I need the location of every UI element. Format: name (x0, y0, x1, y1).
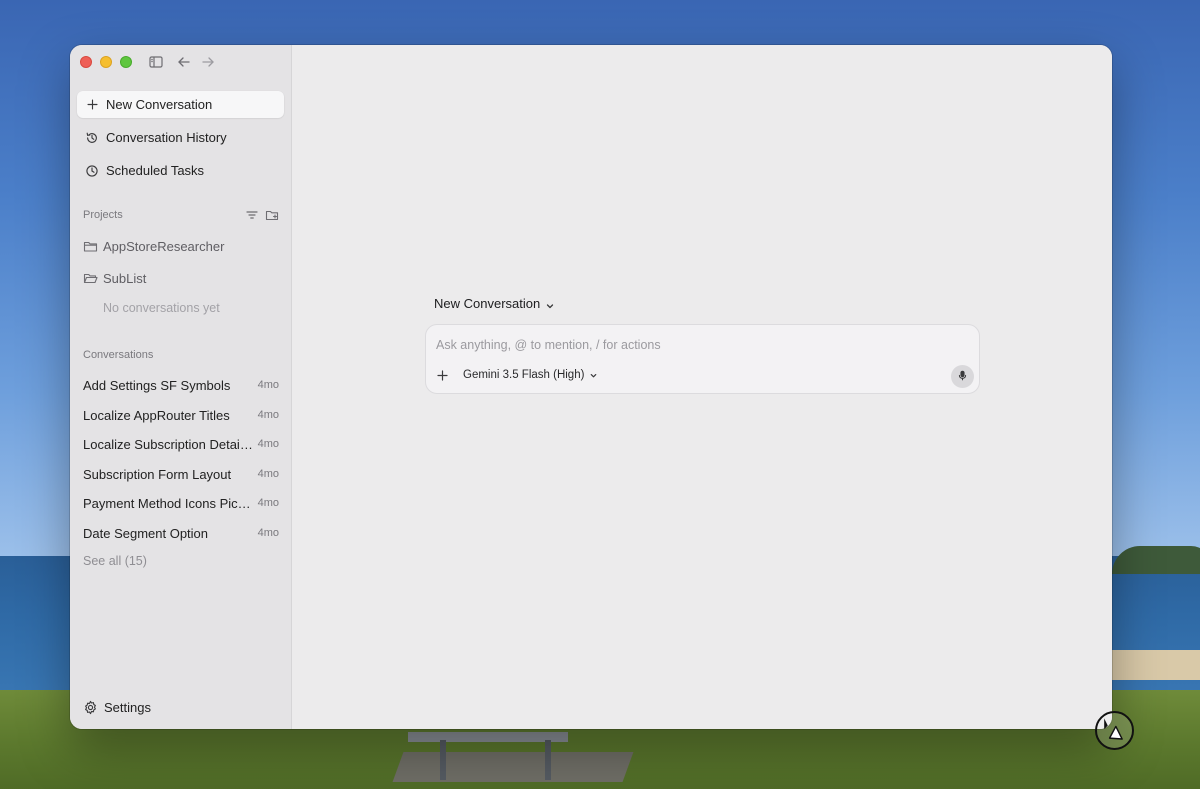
history-icon (84, 130, 100, 146)
zoom-window-button[interactable] (120, 56, 132, 68)
back-arrow-icon[interactable] (176, 54, 192, 70)
conversation-title: Add Settings SF Symbols (83, 377, 231, 393)
close-window-button[interactable] (80, 56, 92, 68)
message-input[interactable] (436, 336, 956, 354)
folder-open-icon (83, 271, 98, 286)
plus-icon (84, 97, 100, 113)
conversation-title: Localize AppRouter Titles (83, 407, 230, 423)
mouse-cursor (1095, 711, 1134, 750)
conversation-time: 4mo (257, 527, 279, 539)
clock-icon (84, 163, 100, 179)
conversation-row[interactable]: Subscription Form Layout 4mo (83, 465, 279, 483)
conversation-selector[interactable]: New Conversation (434, 296, 555, 311)
chevron-down-icon (545, 299, 555, 309)
forward-arrow-icon[interactable] (200, 54, 216, 70)
conversation-title: Date Segment Option (83, 525, 209, 541)
gear-icon (83, 700, 98, 715)
conversation-title: Localize Subscription Detail ... (83, 436, 253, 452)
conversation-history-button[interactable]: Conversation History (77, 124, 284, 151)
conversation-time: 4mo (257, 438, 279, 450)
conversations-section-label: Conversations (83, 349, 154, 361)
conversation-row[interactable]: Add Settings SF Symbols 4mo (83, 376, 279, 394)
see-all-link[interactable]: See all (15) (83, 554, 147, 568)
chevron-down-icon (589, 371, 598, 380)
conversation-time: 4mo (257, 497, 279, 509)
wallpaper-bench-shadow (392, 752, 634, 782)
filter-icon[interactable] (245, 208, 259, 222)
model-selector[interactable]: Gemini 3.5 Flash (High) (463, 369, 598, 381)
conversation-row[interactable]: Payment Method Icons Picker 4mo (83, 494, 279, 512)
main-pane: New Conversation Gemini 3.5 Flash (High) (293, 45, 1112, 729)
project-label: AppStoreResearcher (103, 239, 225, 254)
conversation-time: 4mo (257, 379, 279, 391)
folder-icon (83, 239, 98, 254)
wallpaper-bench-leg (440, 740, 446, 780)
project-item[interactable]: AppStoreResearcher (83, 239, 224, 254)
sidebar-toggle-icon[interactable] (148, 54, 164, 70)
conversation-title: Subscription Form Layout (83, 466, 232, 482)
settings-button[interactable]: Settings (83, 700, 151, 715)
empty-project-note: No conversations yet (103, 301, 220, 315)
model-label: Gemini 3.5 Flash (High) (463, 369, 585, 381)
nav-item-label: Scheduled Tasks (106, 163, 205, 178)
microphone-button[interactable] (951, 365, 974, 388)
app-window: New Conversation Conversation History Sc… (70, 45, 1112, 729)
conversation-time: 4mo (257, 409, 279, 421)
settings-label: Settings (104, 700, 151, 715)
conversation-time: 4mo (257, 468, 279, 480)
wallpaper-headland (1112, 546, 1200, 574)
minimize-window-button[interactable] (100, 56, 112, 68)
conversation-row[interactable]: Localize AppRouter Titles 4mo (83, 406, 279, 424)
nav-item-label: New Conversation (106, 97, 213, 112)
attach-plus-icon[interactable] (436, 369, 449, 382)
wallpaper-beach (1110, 650, 1200, 680)
conversation-row[interactable]: Localize Subscription Detail ... 4mo (83, 435, 279, 453)
composer: Gemini 3.5 Flash (High) (425, 324, 980, 394)
conversation-selector-label: New Conversation (434, 296, 541, 311)
scheduled-tasks-button[interactable]: Scheduled Tasks (77, 157, 284, 184)
projects-section-label: Projects (83, 209, 123, 221)
project-label: SubList (103, 271, 147, 286)
conversation-title: Payment Method Icons Picker (83, 495, 253, 511)
titlebar (70, 45, 292, 79)
wallpaper-bench (408, 732, 568, 742)
conversation-row[interactable]: Date Segment Option 4mo (83, 524, 279, 542)
wallpaper-bench-leg (545, 740, 551, 780)
new-conversation-button[interactable]: New Conversation (77, 91, 284, 118)
microphone-icon (957, 368, 968, 386)
nav-item-label: Conversation History (106, 130, 227, 145)
project-item[interactable]: SubList (83, 271, 146, 286)
new-folder-icon[interactable] (265, 208, 279, 222)
sidebar: New Conversation Conversation History Sc… (70, 45, 292, 729)
